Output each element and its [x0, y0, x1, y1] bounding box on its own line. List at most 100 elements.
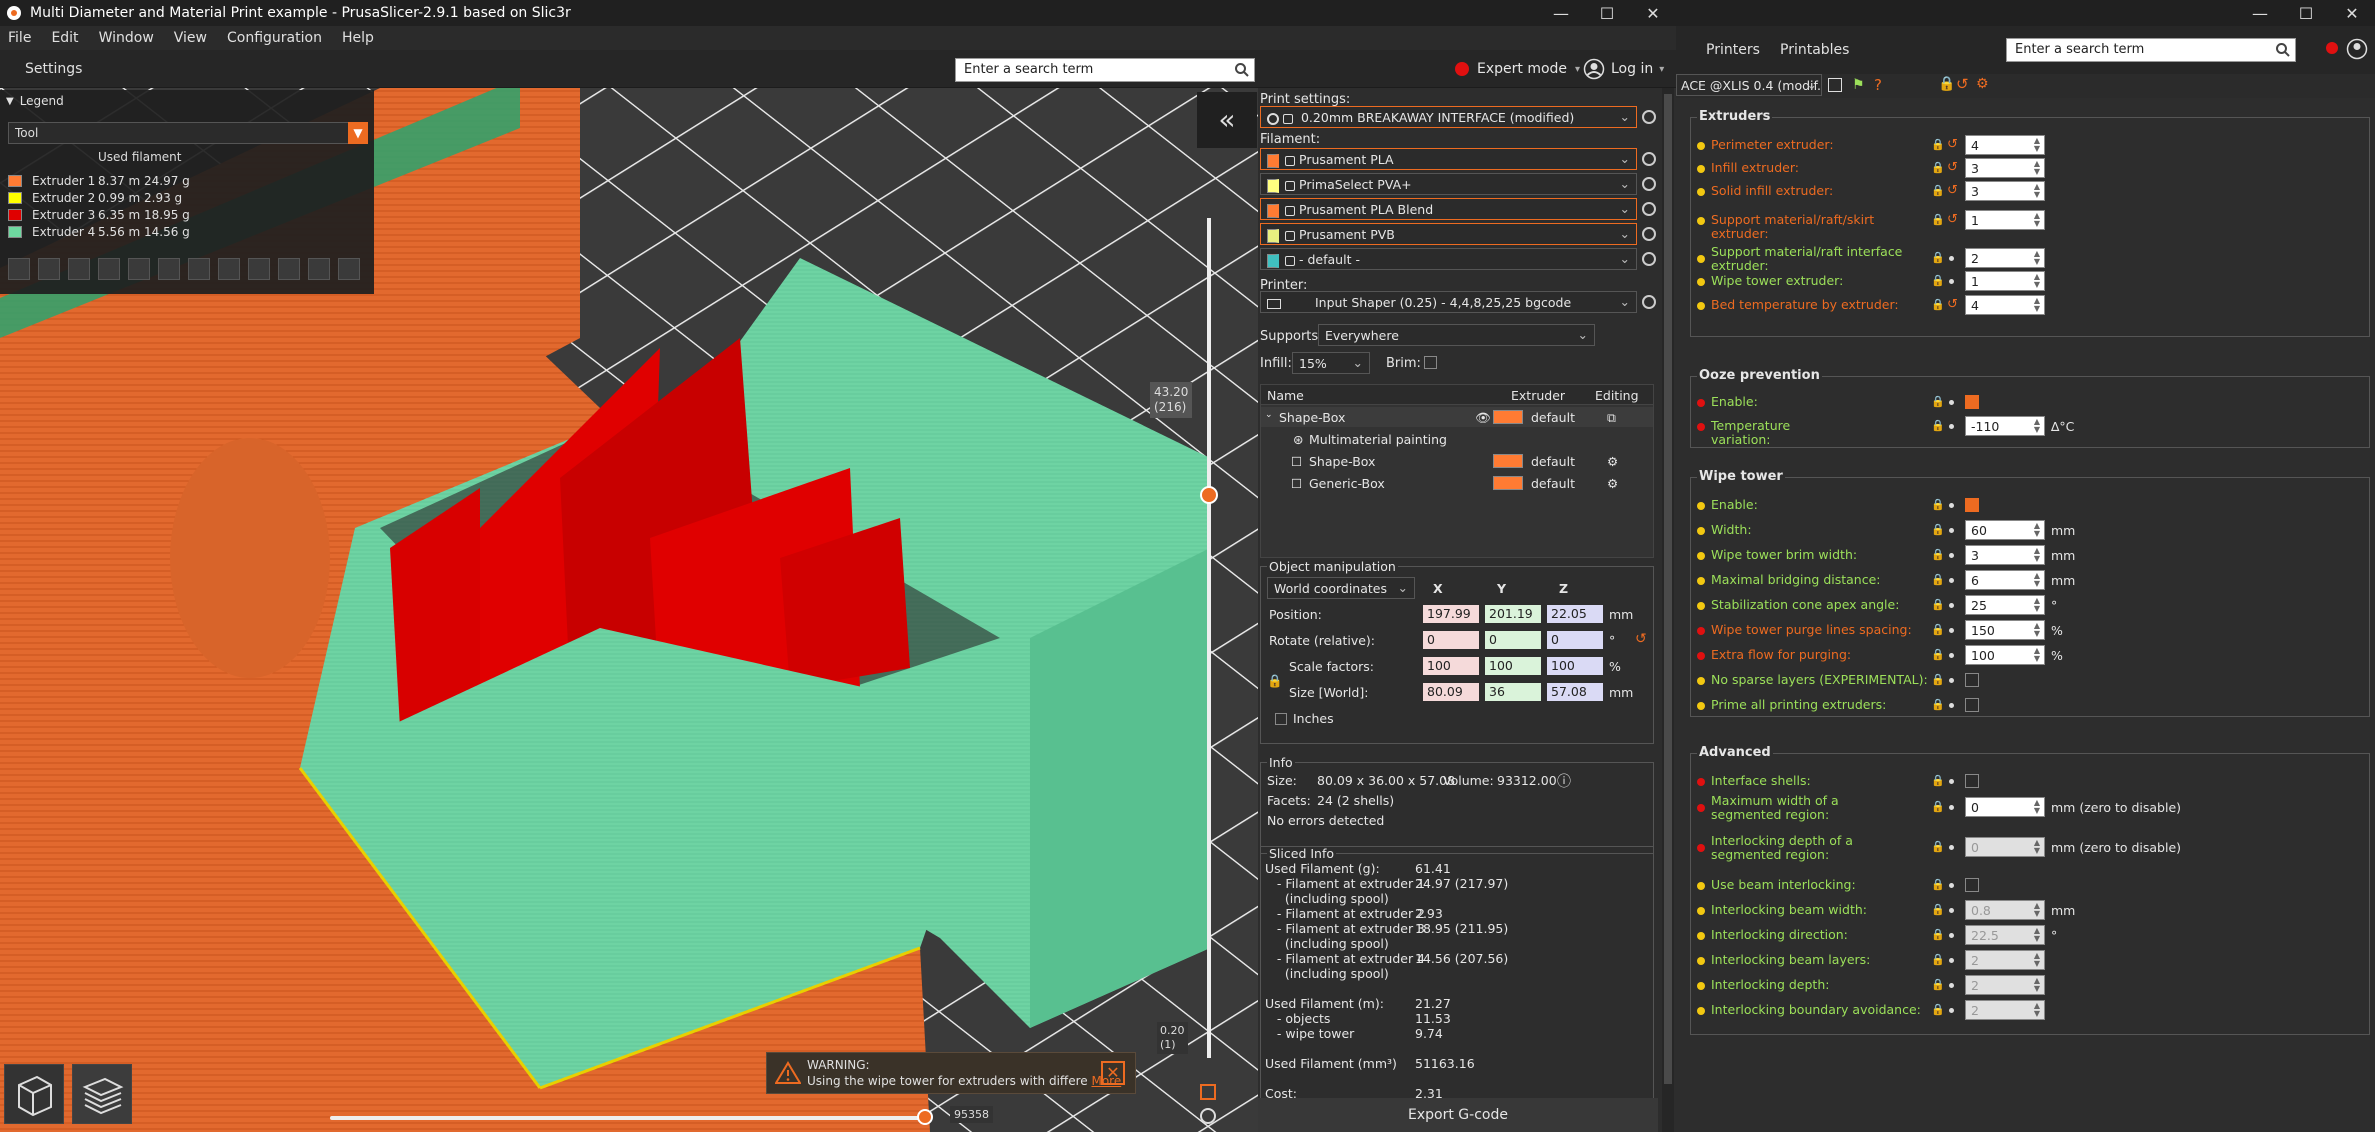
lock-icon[interactable]: 🔒	[1931, 648, 1945, 661]
cog-icon[interactable]	[1200, 1084, 1216, 1100]
option-input[interactable]: 4 ▲ ▼	[1965, 295, 2045, 315]
color-change-icon[interactable]	[188, 258, 210, 280]
ooze-enable-checkbox[interactable]	[1965, 395, 1979, 409]
menu-help[interactable]: Help	[342, 30, 374, 46]
object-row[interactable]: ☐ Generic-Box default ⚙	[1261, 473, 1653, 493]
lock-icon[interactable]: 🔒	[1931, 523, 1945, 536]
lock-icon[interactable]: 🔒	[1931, 623, 1945, 636]
option-input[interactable]: 3 ▲ ▼	[1965, 158, 2045, 178]
position-x-input[interactable]: 197.99	[1423, 605, 1479, 623]
close-button[interactable]: ✕	[2329, 0, 2375, 26]
tab-printers[interactable]: Printers	[1706, 42, 1760, 58]
export-gcode-button[interactable]: Export G-code	[1258, 1098, 1658, 1132]
menu-view[interactable]: View	[174, 30, 207, 46]
option-checkbox[interactable]	[1965, 878, 1979, 892]
filament-combo[interactable]: PrimaSelect PVA+ ⌄	[1260, 173, 1637, 195]
3d-view-button[interactable]	[4, 1064, 64, 1124]
rotate-x-input[interactable]: 0	[1423, 631, 1479, 649]
mode-selector[interactable]: Expert mode ▾	[1455, 61, 1580, 77]
tool-marker-icon[interactable]	[338, 258, 360, 280]
option-input[interactable]: 150 ▲ ▼	[1965, 620, 2045, 640]
deretraction-icon[interactable]	[98, 258, 120, 280]
menu-edit[interactable]: Edit	[51, 30, 78, 46]
menu-file[interactable]: File	[8, 30, 31, 46]
option-input[interactable]: 100 ▲ ▼	[1965, 645, 2045, 665]
lock-icon[interactable]: 🔒	[1931, 548, 1945, 561]
lock-icon[interactable]: 🔒	[1938, 76, 1955, 92]
position-z-input[interactable]: 22.05	[1547, 605, 1603, 623]
size-y-input[interactable]: 36	[1485, 683, 1541, 701]
filament-gear-icon[interactable]	[1642, 177, 1656, 191]
brim-checkbox[interactable]	[1424, 356, 1437, 369]
lock-icon[interactable]: 🔒	[1931, 928, 1945, 941]
minimize-button[interactable]: —	[2237, 0, 2283, 26]
compare-icon[interactable]: ⚑	[1852, 77, 1865, 93]
tool-change-icon[interactable]	[158, 258, 180, 280]
lock-icon[interactable]: 🔒	[1931, 774, 1945, 787]
question-icon[interactable]: ?	[1874, 76, 1882, 94]
option-input[interactable]: 2 ▲ ▼	[1965, 975, 2045, 995]
option-checkbox[interactable]	[1965, 774, 1979, 788]
edit-icon[interactable]: ⧉	[1607, 410, 1616, 426]
maximize-button[interactable]: ☐	[2283, 0, 2329, 26]
rotate-y-input[interactable]: 0	[1485, 631, 1541, 649]
lock-icon[interactable]: 🔒	[1931, 953, 1945, 966]
option-checkbox[interactable]	[1965, 673, 1979, 687]
center-of-gravity-icon[interactable]	[278, 258, 300, 280]
filament-gear-icon[interactable]	[1642, 252, 1656, 266]
filament-gear-icon[interactable]	[1642, 152, 1656, 166]
object-row[interactable]: ☐ Shape-Box default ⚙	[1261, 451, 1653, 471]
lock-icon[interactable]: 🔒	[1931, 903, 1945, 916]
lock-open-icon[interactable]: 🔒	[1931, 298, 1945, 311]
menu-window[interactable]: Window	[99, 30, 154, 46]
scale-z-input[interactable]: 100	[1547, 657, 1603, 675]
user-icon[interactable]	[2346, 38, 2368, 60]
filament-gear-icon[interactable]	[1642, 202, 1656, 216]
scale-x-input[interactable]: 100	[1423, 657, 1479, 675]
size-z-input[interactable]: 57.08	[1547, 683, 1603, 701]
expert-mode-icon[interactable]	[2326, 42, 2338, 54]
lock-icon[interactable]: 🔒	[1267, 673, 1283, 689]
temp-variation-input[interactable]: -110 ▲ ▼	[1965, 416, 2045, 436]
inches-checkbox[interactable]	[1275, 713, 1287, 725]
tab-printables[interactable]: Printables	[1780, 42, 1849, 58]
lock-icon[interactable]: 🔒	[1931, 878, 1945, 891]
lock-open-icon[interactable]: 🔒	[1931, 161, 1945, 174]
option-input[interactable]: 2 ▲ ▼	[1965, 248, 2045, 268]
scrollbar-thumb[interactable]	[1664, 94, 1672, 1084]
object-list[interactable]: Name Extruder Editing ⌄ Shape-Box 👁 defa…	[1260, 384, 1654, 558]
lock-open-icon[interactable]: 🔒	[1931, 213, 1945, 226]
search-input[interactable]: Enter a search term	[2006, 38, 2296, 62]
printer-combo[interactable]: Input Shaper (0.25) - 4,4,8,25,25 bgcode…	[1260, 291, 1637, 313]
position-y-input[interactable]: 201.19	[1485, 605, 1541, 623]
undo-icon[interactable]: ↺	[1947, 183, 1959, 198]
lock-icon[interactable]: 🔒	[1931, 800, 1945, 813]
coordinates-combo[interactable]: World coordinates ⌄	[1267, 577, 1415, 599]
lock-icon[interactable]: 🔒	[1931, 598, 1945, 611]
option-checkbox[interactable]	[1965, 498, 1979, 512]
option-input[interactable]: 25 ▲ ▼	[1965, 595, 2045, 615]
option-input[interactable]: 22.5 ▲ ▼	[1965, 925, 2045, 945]
move-slider[interactable]	[330, 1109, 933, 1125]
option-input[interactable]: 6 ▲ ▼	[1965, 570, 2045, 590]
option-input[interactable]: 1 ▲ ▼	[1965, 271, 2045, 291]
search-input[interactable]: Enter a search term	[955, 58, 1255, 82]
option-input[interactable]: 3 ▲ ▼	[1965, 181, 2045, 201]
custom-gcode-icon[interactable]	[248, 258, 270, 280]
option-input[interactable]: 2 ▲ ▼	[1965, 1000, 2045, 1020]
lock-icon[interactable]: 🔒	[1931, 840, 1945, 853]
filament-combo[interactable]: Prusament PLA Blend ⌄	[1260, 198, 1637, 220]
lock-icon[interactable]: 🔒	[1931, 978, 1945, 991]
size-x-input[interactable]: 80.09	[1423, 683, 1479, 701]
view-type-combo[interactable]: Tool ▼	[8, 122, 368, 144]
undo-icon[interactable]: ↺	[1947, 297, 1959, 312]
option-checkbox[interactable]	[1965, 698, 1979, 712]
supports-combo[interactable]: Everywhere ⌄	[1318, 324, 1595, 346]
lock-icon[interactable]: 🔒	[1931, 573, 1945, 586]
object-row[interactable]: ⌄ Shape-Box 👁 default ⧉	[1261, 407, 1653, 427]
preview-button[interactable]	[72, 1064, 132, 1124]
pause-icon[interactable]	[218, 258, 240, 280]
option-input[interactable]: 1 ▲ ▼	[1965, 210, 2045, 230]
lock-icon[interactable]: 🔒	[1931, 274, 1945, 287]
login-button[interactable]: Log in ▾	[1583, 58, 1664, 80]
